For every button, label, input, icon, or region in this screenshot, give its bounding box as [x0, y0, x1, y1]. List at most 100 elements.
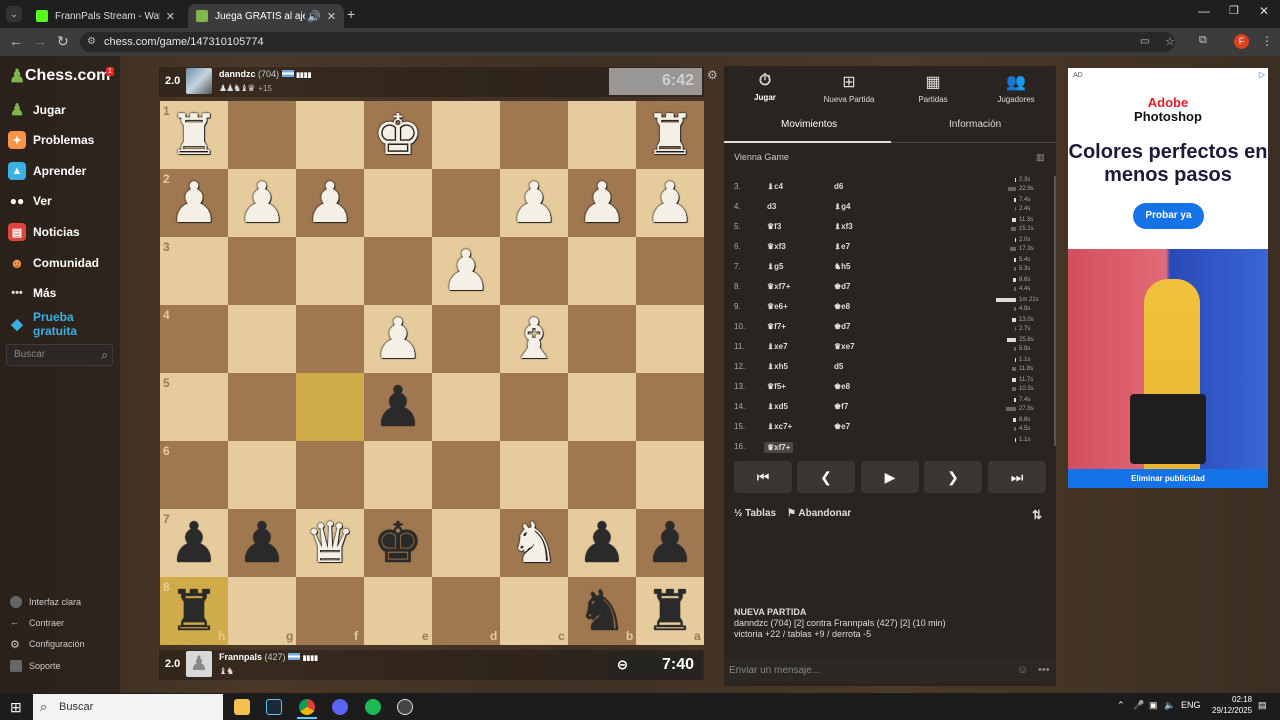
square-b4[interactable]	[568, 305, 636, 373]
square-f4[interactable]	[296, 305, 364, 373]
square-e2[interactable]	[364, 169, 432, 237]
white-move[interactable]: ♝xc7+	[767, 422, 792, 431]
black-move[interactable]: ♚e8	[834, 302, 850, 311]
emoji-icon[interactable]: ☺	[1017, 658, 1028, 683]
language-indicator[interactable]: ENG	[1181, 700, 1201, 710]
more-options-icon[interactable]: •••	[1038, 658, 1050, 683]
sidebar-item-aprender[interactable]: ▲ Aprender	[8, 161, 86, 181]
browser-tab-chess[interactable]: Juega GRATIS al ajedrez onl 🔊 ✕	[188, 4, 344, 28]
chess-board[interactable]: ♜ 1 ♚ ♜ ♟ 2 ♟ ♟ ♟ ♟ ♟ 3 ♟ 4 ♟ ♝ 5 ♟ 6 ♟ 7 ♟ ♛ ♚ ♞ ♟ ♟ ♜ 8 h g f e d c ♞ b ♜ a	[160, 101, 704, 645]
white-move[interactable]: ♛e6+	[767, 302, 788, 311]
white-bishop-c4[interactable]: ♝	[500, 305, 568, 373]
white-move[interactable]: d3	[767, 202, 776, 211]
last-move-button[interactable]: ⏭	[988, 461, 1046, 493]
folder-icon[interactable]	[234, 699, 250, 715]
white-rook-h1[interactable]: ♜	[160, 101, 228, 169]
ad-banner[interactable]: AD ▷ Adobe Photoshop Colores perfectos e…	[1068, 68, 1268, 488]
black-move[interactable]: ♞h5	[834, 262, 851, 271]
square-d4[interactable]	[432, 305, 500, 373]
square-a6[interactable]	[636, 441, 704, 509]
black-move[interactable]: ♚f7	[834, 402, 848, 411]
white-pawn-g2[interactable]: ♟	[228, 169, 296, 237]
sidebar-item-prueba-gratuita[interactable]: ◆ Prueba gratuita	[8, 310, 120, 338]
square-d1[interactable]	[432, 101, 500, 169]
menu-dots-icon[interactable]: ⋮	[1261, 34, 1273, 48]
black-pawn-e5[interactable]: ♟	[364, 373, 432, 441]
discord-icon[interactable]	[332, 699, 348, 715]
windows-start-icon[interactable]: ⊞	[10, 699, 22, 716]
prev-move-button[interactable]: ❮	[797, 461, 855, 493]
close-tab-icon[interactable]: ✕	[166, 10, 175, 23]
subtab-movimientos[interactable]: Movimientos	[781, 119, 837, 130]
chrome-icon[interactable]	[299, 699, 315, 715]
square-d2[interactable]	[432, 169, 500, 237]
white-move[interactable]: ♛f5+	[767, 382, 786, 391]
white-pawn-b2[interactable]: ♟	[568, 169, 636, 237]
steam-icon[interactable]	[266, 699, 282, 715]
player-name[interactable]: danndzc (704) ▮▮▮▮	[219, 69, 312, 79]
black-pawn-b7[interactable]: ♟	[568, 509, 636, 577]
square-e6[interactable]	[364, 441, 432, 509]
white-pawn-a2[interactable]: ♟	[636, 169, 704, 237]
settings-gear-icon[interactable]: ⚙	[707, 68, 718, 82]
square-g6[interactable]	[228, 441, 296, 509]
white-move[interactable]: ♝xe7	[767, 342, 788, 351]
move-list-scrollbar[interactable]	[1054, 176, 1056, 446]
cast-icon[interactable]: ▭	[1140, 32, 1149, 52]
sidebar-search-input[interactable]: Buscar ⌕	[6, 344, 113, 366]
square-a5[interactable]	[636, 373, 704, 441]
black-pawn-a7[interactable]: ♟	[636, 509, 704, 577]
support-button[interactable]: Soporte	[10, 659, 61, 673]
chess-app-icon[interactable]	[397, 699, 413, 715]
square-f3[interactable]	[296, 237, 364, 305]
black-move[interactable]: ♚e8	[834, 382, 850, 391]
avatar[interactable]: ♟	[186, 651, 212, 677]
black-move[interactable]: ♝g4	[834, 202, 851, 211]
notification-badge[interactable]: 1	[106, 67, 114, 76]
square-c1[interactable]	[500, 101, 568, 169]
square-g5[interactable]	[228, 373, 296, 441]
white-move[interactable]: ♝xd5	[767, 402, 788, 411]
player-name[interactable]: Frannpals (427) ▮▮▮▮	[219, 652, 318, 662]
square-b6[interactable]	[568, 441, 636, 509]
sidebar-item-mas[interactable]: ••• Más	[8, 283, 56, 303]
microphone-icon[interactable]: 🎤	[1133, 700, 1144, 711]
sidebar-item-ver[interactable]: ●● Ver	[8, 191, 52, 211]
volume-icon[interactable]: 🔈	[1164, 700, 1175, 711]
square-g4[interactable]	[228, 305, 296, 373]
tray-chevron-icon[interactable]: ⌃	[1117, 700, 1125, 711]
bookmark-star-icon[interactable]: ☆	[1165, 32, 1175, 52]
square-g3[interactable]	[228, 237, 296, 305]
white-pawn-d3[interactable]: ♟	[432, 237, 500, 305]
play-button[interactable]: ▶	[861, 461, 919, 493]
next-move-button[interactable]: ❯	[924, 461, 982, 493]
square-a3[interactable]	[636, 237, 704, 305]
square-b5[interactable]	[568, 373, 636, 441]
sidebar-item-noticias[interactable]: ▤ Noticias	[8, 222, 80, 242]
white-queen-f7[interactable]: ♛	[296, 509, 364, 577]
square-d6[interactable]	[432, 441, 500, 509]
black-move[interactable]: ♛xe7	[834, 342, 855, 351]
white-move[interactable]: ♛f7+	[767, 322, 786, 331]
remove-ads-button[interactable]: Eliminar publicidad	[1068, 469, 1268, 488]
white-move[interactable]: ♛xf3	[767, 242, 786, 251]
spotify-icon[interactable]	[365, 699, 381, 715]
new-tab-icon[interactable]: +	[347, 6, 355, 22]
square-f6[interactable]	[296, 441, 364, 509]
square-h4[interactable]	[160, 305, 228, 373]
light-theme-toggle[interactable]: Interfaz clara	[10, 595, 81, 609]
flip-board-icon[interactable]: ⇅	[1032, 508, 1042, 522]
close-window-icon[interactable]: ✕	[1259, 4, 1269, 18]
square-e3[interactable]	[364, 237, 432, 305]
first-move-button[interactable]: ⏮	[734, 461, 792, 493]
white-pawn-e4[interactable]: ♟	[364, 305, 432, 373]
sidebar-item-problemas[interactable]: ✦ Problemas	[8, 130, 94, 150]
url-field[interactable]: ⚙ chess.com/game/147310105774 ▭ ☆	[80, 32, 1175, 52]
tab-jugadores[interactable]: 👥 Jugadores	[975, 72, 1057, 104]
square-h3[interactable]	[160, 237, 228, 305]
tab-partidas[interactable]: ▦ Partidas	[892, 72, 974, 104]
square-c6[interactable]	[500, 441, 568, 509]
restore-icon[interactable]: ❐	[1229, 4, 1239, 17]
square-c5[interactable]	[500, 373, 568, 441]
black-pawn-h7[interactable]: ♟	[160, 509, 228, 577]
